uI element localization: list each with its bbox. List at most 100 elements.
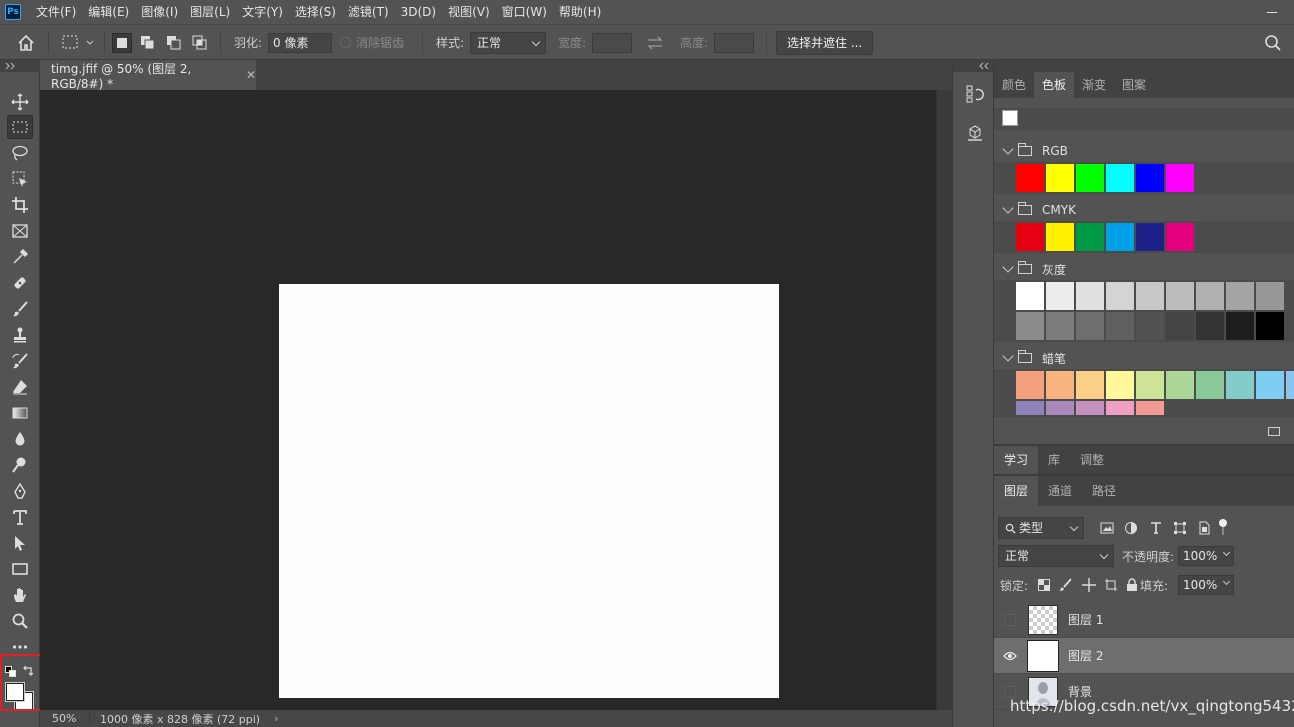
swap-dimensions-button[interactable] (646, 25, 664, 60)
path-select-tool[interactable] (7, 531, 33, 555)
antialias-checkbox[interactable] (340, 37, 351, 48)
color-swatch[interactable] (1076, 282, 1104, 310)
properties-panel-button[interactable] (965, 124, 985, 147)
new-selection-button[interactable] (112, 32, 132, 53)
menu-item[interactable]: 文件(F) (30, 0, 82, 24)
color-swatch[interactable] (1106, 312, 1134, 340)
color-swatch[interactable] (1046, 164, 1074, 192)
intersect-selection-button[interactable] (190, 33, 210, 53)
swatch-group-header[interactable]: 蜡笔 (994, 347, 1294, 369)
marquee-preset-picker[interactable] (60, 25, 96, 60)
menu-item[interactable]: 帮助(H) (553, 0, 607, 24)
color-swatch[interactable] (1016, 223, 1044, 251)
color-swatch[interactable] (1106, 401, 1134, 415)
shape-filter-icon[interactable] (1173, 521, 1187, 535)
swatches-tab[interactable]: 图案 (1114, 72, 1154, 98)
eyedropper-tool[interactable] (7, 245, 33, 269)
brush-tool[interactable] (7, 297, 33, 321)
color-swatch[interactable] (1196, 312, 1224, 340)
color-swatch[interactable] (1106, 164, 1134, 192)
color-swatch[interactable] (1046, 282, 1074, 310)
color-swatch[interactable] (1166, 223, 1194, 251)
pen-tool[interactable] (7, 479, 33, 503)
history-brush-tool[interactable] (7, 349, 33, 373)
lock-position-icon[interactable] (1082, 578, 1096, 592)
color-swatch[interactable] (1106, 282, 1134, 310)
feather-input[interactable]: 0 像素 (268, 32, 332, 53)
lock-all-icon[interactable] (1126, 578, 1138, 592)
history-panel-button[interactable] (965, 84, 985, 107)
menu-item[interactable]: 视图(V) (442, 0, 496, 24)
lock-pixels-icon[interactable] (1059, 578, 1073, 592)
color-swatch[interactable] (1136, 164, 1164, 192)
color-swatch[interactable] (1256, 371, 1284, 399)
document-canvas[interactable] (279, 284, 779, 698)
hand-tool[interactable] (7, 583, 33, 607)
color-swatch[interactable] (1046, 312, 1074, 340)
eraser-tool[interactable] (7, 375, 33, 399)
minimize-icon[interactable] (1266, 6, 1278, 18)
color-swatch[interactable] (1136, 223, 1164, 251)
subtract-selection-button[interactable] (164, 33, 184, 53)
clone-stamp-tool[interactable] (7, 323, 33, 347)
eye-icon[interactable] (1002, 648, 1018, 664)
smart-object-filter-icon[interactable] (1198, 521, 1210, 535)
rectangle-tool[interactable] (7, 557, 33, 581)
color-swatch[interactable] (1226, 312, 1254, 340)
style-select[interactable]: 正常 (470, 31, 546, 54)
color-swatch[interactable] (1016, 312, 1044, 340)
color-swatch[interactable] (1166, 164, 1194, 192)
canvas-workspace[interactable] (40, 90, 936, 710)
marquee-tool[interactable] (7, 115, 33, 139)
zoom-tool[interactable] (7, 609, 33, 633)
height-input[interactable] (714, 32, 754, 53)
menu-item[interactable]: 图像(I) (135, 0, 184, 24)
color-swatch[interactable] (1196, 282, 1224, 310)
color-swatch[interactable] (1016, 164, 1044, 192)
menu-item[interactable]: 图层(L) (184, 0, 236, 24)
color-swatch[interactable] (1166, 371, 1194, 399)
color-swatch[interactable] (1046, 371, 1074, 399)
vertical-scrollbar[interactable] (936, 90, 952, 710)
opacity-input[interactable]: 100% (1178, 546, 1234, 566)
swatches-tab[interactable]: 色板 (1034, 72, 1075, 98)
crop-tool[interactable] (7, 193, 33, 217)
color-swatch[interactable] (1256, 312, 1284, 340)
color-swatch[interactable] (1226, 282, 1254, 310)
color-swatch[interactable] (1046, 223, 1074, 251)
filter-toggle[interactable] (1218, 519, 1228, 537)
color-swatch[interactable] (1016, 282, 1044, 310)
blur-tool[interactable] (7, 427, 33, 451)
color-swatch[interactable] (1226, 371, 1254, 399)
color-swatch[interactable] (1076, 312, 1104, 340)
type-filter-icon[interactable] (1150, 522, 1162, 534)
layer-row[interactable]: 图层 2 (994, 638, 1294, 674)
color-swatch[interactable] (1196, 371, 1224, 399)
color-swatch[interactable] (1136, 401, 1164, 415)
layers-panel-tab[interactable]: 图层 (994, 476, 1039, 506)
toolbar-collapse-bar[interactable] (0, 60, 40, 72)
color-swatch[interactable] (1166, 282, 1194, 310)
gradient-tool[interactable] (7, 401, 33, 425)
menu-item[interactable]: 编辑(E) (82, 0, 135, 24)
lock-artboard-icon[interactable] (1104, 578, 1118, 592)
color-swatch[interactable] (1106, 371, 1134, 399)
color-swatch[interactable] (1076, 401, 1104, 415)
chevron-right-icon[interactable]: › (274, 712, 278, 725)
menu-item[interactable]: 文字(Y) (236, 0, 289, 24)
layer-filter-select[interactable]: 类型 (998, 517, 1084, 539)
lasso-tool[interactable] (7, 141, 33, 165)
color-swatch[interactable] (1046, 401, 1074, 415)
learn-panel-tab[interactable]: 调整 (1070, 446, 1114, 474)
color-swatch[interactable] (1016, 401, 1044, 415)
layer-row[interactable]: 图层 1 (994, 602, 1294, 638)
select-and-mask-button[interactable]: 选择并遮住 ... (776, 30, 874, 55)
color-swatch[interactable] (1136, 282, 1164, 310)
document-tab[interactable]: timg.jfif @ 50% (图层 2, RGB/8#) * ✕ (40, 60, 256, 91)
color-swatch[interactable] (1076, 223, 1104, 251)
close-icon[interactable]: ✕ (246, 68, 256, 82)
color-swatch[interactable] (1166, 312, 1194, 340)
strip-collapse-bar[interactable] (953, 60, 993, 72)
image-filter-icon[interactable] (1100, 522, 1114, 534)
adjustment-filter-icon[interactable] (1124, 521, 1138, 535)
